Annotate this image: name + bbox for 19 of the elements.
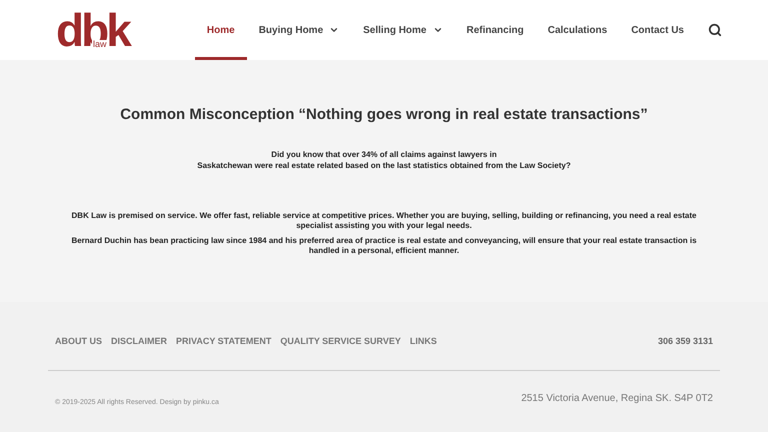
body-paragraph: DBK Law is premised on service. We offer fast, reliable service at competitive prices. Whether you are buying, selling, building or refinancing, you need a real estate specialist assisting you with your legal needs. [70,210,698,230]
nav-link[interactable]: Selling Home [351,0,454,60]
page-heading: Common Misconception “Nothing goes wrong in real estate transactions” [120,105,648,125]
nav-link[interactable]: Home [194,0,247,60]
nav-link[interactable]: Buying Home [246,0,352,60]
nav-link[interactable]: Refinancing [454,0,536,60]
footer-link[interactable]: DISCLAIMER [111,335,167,348]
search-icon [708,23,722,37]
address-text: 2515 Victoria Avenue, Regina SK. S4P 0T2 [521,392,713,406]
footer-link[interactable]: QUALITY SERVICE SURVEY [280,335,401,348]
body-paragraph: Bernard Duchin has bean practicing law since 1984 and his preferred area of practice is real estate and conveyancing, will ensure that your real estate transaction is handled in a personal, efficient manner. [70,236,698,256]
nav-link[interactable]: Calculations [536,0,620,60]
phone-number: 306 359 3131 [658,335,713,348]
footer-link[interactable]: ABOUT US [55,335,102,348]
nav-link[interactable]: Contact Us [619,0,696,60]
intro-text: Saskatchewan were real estate related based on the last statistics obtained from the Law Society? [197,160,571,170]
footer-link[interactable]: LINKS [410,335,437,348]
intro-text: Did you know that over 34% of all claims against lawyers in [271,148,497,160]
footer-link[interactable]: PRIVACY STATEMENT [176,335,272,348]
